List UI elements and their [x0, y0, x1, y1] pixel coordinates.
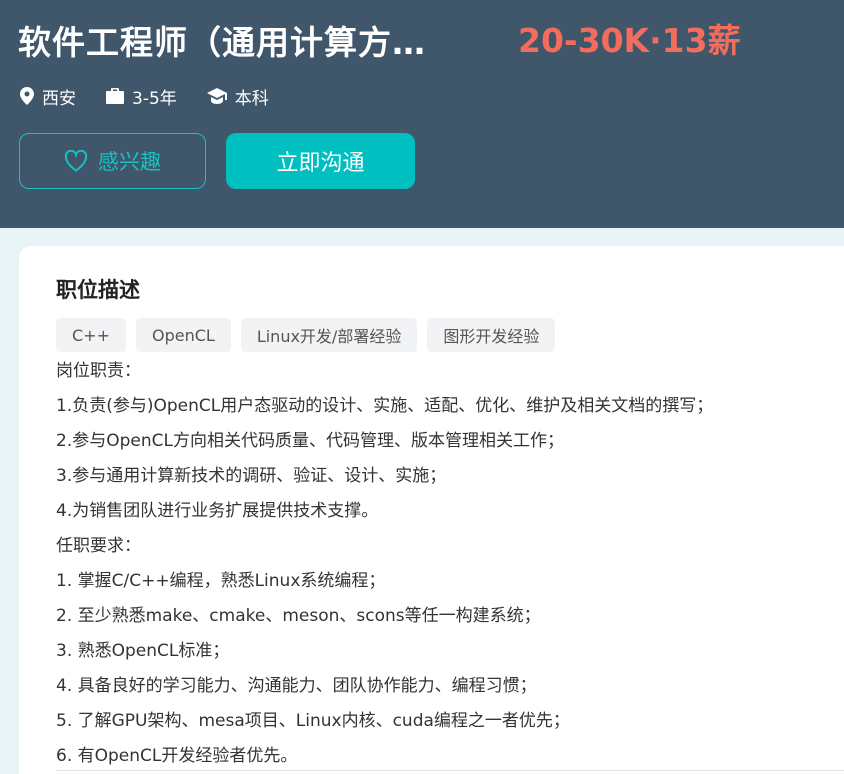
skill-tag: OpenCL — [135, 318, 231, 352]
briefcase-icon — [106, 88, 124, 104]
description-line: 1. 掌握C/C++编程，熟悉Linux系统编程； — [56, 571, 386, 591]
job-title: 软件工程师（通用计算方… — [18, 23, 426, 62]
description-line: 5. 了解GPU架构、mesa项目、Linux内核、cuda编程之一者优先； — [56, 711, 570, 731]
skill-tag: Linux开发/部署经验 — [240, 318, 418, 352]
education-text: 本科 — [234, 88, 269, 109]
skill-tag: C++ — [56, 318, 126, 352]
salary: 20-30K·13薪 — [518, 21, 741, 60]
location-text: 西安 — [42, 88, 76, 109]
description-line: 4.为销售团队进行业务扩展提供技术支撑。 — [56, 501, 379, 521]
meta-location: 西安 — [20, 84, 76, 109]
chat-now-button[interactable]: 立即沟通 — [226, 133, 415, 189]
description-line: 4. 具备良好的学习能力、沟通能力、团队协作能力、编程习惯； — [56, 676, 537, 696]
graduation-cap-icon — [206, 88, 227, 104]
experience-text: 3-5年 — [132, 88, 177, 109]
description-line: 2. 至少熟悉make、cmake、meson、scons等任一构建系统； — [56, 606, 541, 626]
job-description-card: 职位描述 C++ OpenCL Linux开发/部署经验 图形开发经验 岗位职责… — [19, 246, 844, 774]
section-title: 职位描述 — [56, 278, 140, 302]
skill-tags: C++ OpenCL Linux开发/部署经验 图形开发经验 — [56, 318, 565, 352]
description-line: 3.参与通用计算新技术的调研、验证、设计、实施； — [56, 466, 447, 486]
job-description-text: 岗位职责： 1.负责(参与)OpenCL用户态驱动的设计、实施、适配、优化、维护… — [56, 354, 836, 774]
job-meta: 西安 3-5年 本科 — [20, 84, 299, 109]
description-line: 6. 有OpenCL开发经验者优先。 — [56, 746, 298, 766]
description-line: 岗位职责： — [56, 361, 141, 381]
heart-icon — [64, 150, 88, 172]
job-header: 软件工程师（通用计算方… 20-30K·13薪 西安 3-5年 本科 感兴趣 立… — [0, 0, 844, 228]
meta-experience: 3-5年 — [106, 84, 177, 109]
divider — [56, 770, 844, 771]
interest-label: 感兴趣 — [98, 150, 161, 174]
description-line: 1.负责(参与)OpenCL用户态驱动的设计、实施、适配、优化、维护及相关文档的… — [56, 396, 714, 416]
interest-button[interactable]: 感兴趣 — [19, 133, 206, 189]
description-line: 3. 熟悉OpenCL标准； — [56, 641, 230, 661]
skill-tag: 图形开发经验 — [427, 318, 556, 352]
description-line: 2.参与OpenCL方向相关代码质量、代码管理、版本管理相关工作； — [56, 431, 564, 451]
meta-education: 本科 — [206, 84, 269, 109]
chat-now-label: 立即沟通 — [276, 151, 365, 176]
location-pin-icon — [20, 87, 34, 105]
description-line: 任职要求： — [56, 536, 141, 556]
